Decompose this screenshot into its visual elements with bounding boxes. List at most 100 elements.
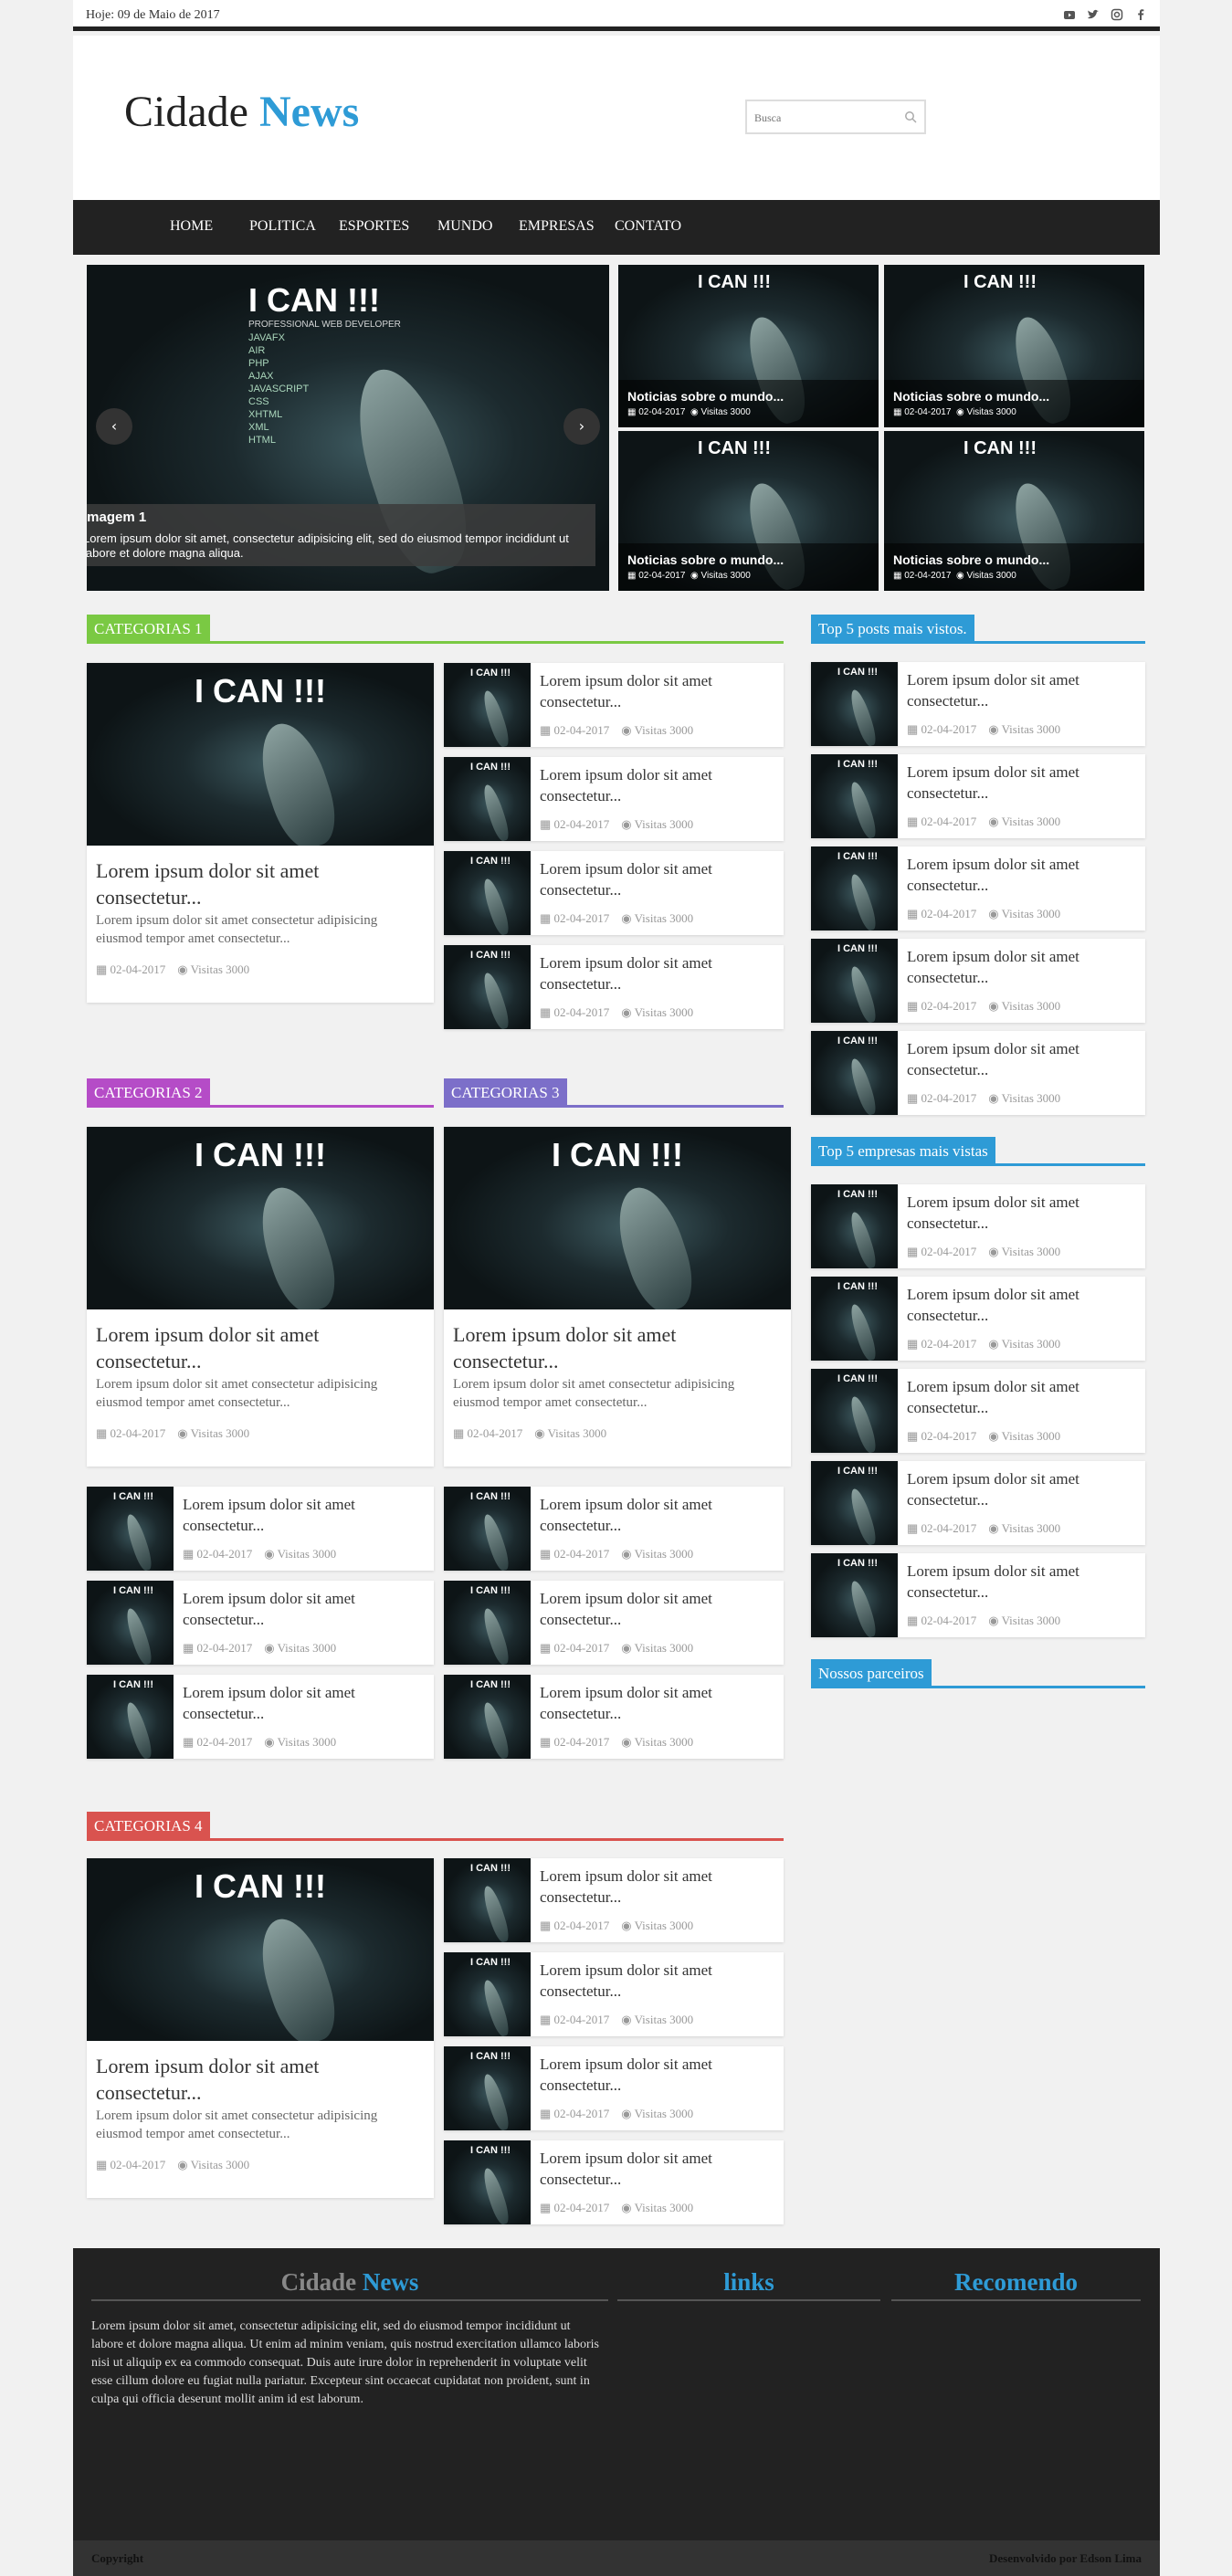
article-title[interactable]: Lorem ipsum dolor sit amet consectetur..… bbox=[183, 1588, 425, 1630]
article-list-item[interactable]: I CAN !!! Lorem ipsum dolor sit amet cons… bbox=[444, 1858, 784, 1942]
article-title[interactable]: Lorem ipsum dolor sit amet consectetur..… bbox=[907, 1038, 1136, 1080]
article-title[interactable]: Lorem ipsum dolor sit amet consectetur..… bbox=[540, 764, 774, 806]
twitter-icon[interactable] bbox=[1087, 8, 1100, 21]
article-list-item[interactable]: I CAN !!! Lorem ipsum dolor sit amet cons… bbox=[444, 1581, 784, 1665]
article-list-item[interactable]: I CAN !!! Lorem ipsum dolor sit amet cons… bbox=[444, 945, 784, 1029]
article-title[interactable]: Lorem ipsum dolor sit amet consectetur..… bbox=[183, 1494, 425, 1536]
article-title[interactable]: Lorem ipsum dolor sit amet consectetur..… bbox=[540, 1960, 774, 2002]
article-title[interactable]: Lorem ipsum dolor sit amet consectetur..… bbox=[907, 669, 1136, 711]
nav-politica[interactable]: POLITICA bbox=[249, 218, 316, 235]
category-label[interactable]: CATEGORIAS 3 bbox=[444, 1078, 567, 1105]
article-title[interactable]: Lorem ipsum dolor sit amet consectetur..… bbox=[907, 762, 1136, 804]
article-image[interactable]: I CAN !!! bbox=[444, 2140, 531, 2224]
category-label[interactable]: CATEGORIAS 1 bbox=[87, 615, 210, 641]
article-image[interactable]: I CAN !!! bbox=[811, 1553, 898, 1637]
article-list-item[interactable]: I CAN !!! Lorem ipsum dolor sit amet cons… bbox=[811, 1031, 1145, 1115]
article-list-item[interactable]: I CAN !!! Lorem ipsum dolor sit amet cons… bbox=[444, 757, 784, 841]
featured-article[interactable]: I CAN !!! Lorem ipsum dolor sit amet cons… bbox=[87, 1127, 434, 1467]
article-list-item[interactable]: I CAN !!! Lorem ipsum dolor sit amet cons… bbox=[87, 1581, 434, 1665]
nav-home[interactable]: HOME bbox=[170, 218, 213, 235]
article-image[interactable]: I CAN !!! bbox=[444, 663, 531, 747]
article-image[interactable]: I CAN !!! bbox=[87, 1581, 174, 1665]
article-list-item[interactable]: I CAN !!! Lorem ipsum dolor sit amet cons… bbox=[444, 851, 784, 935]
category-label[interactable]: CATEGORIAS 2 bbox=[87, 1078, 210, 1105]
article-list-item[interactable]: I CAN !!! Lorem ipsum dolor sit amet cons… bbox=[811, 1369, 1145, 1453]
search-icon[interactable] bbox=[904, 110, 917, 123]
nav-mundo[interactable]: MUNDO bbox=[437, 218, 492, 235]
article-image[interactable]: I CAN !!! bbox=[444, 1487, 531, 1571]
article-title[interactable]: Lorem ipsum dolor sit amet consectetur..… bbox=[907, 1468, 1136, 1510]
article-image[interactable]: I CAN !!! bbox=[444, 1858, 531, 1942]
article-title[interactable]: Lorem ipsum dolor sit amet consectetur..… bbox=[540, 1866, 774, 1908]
article-image[interactable]: I CAN !!! bbox=[811, 662, 898, 746]
article-image[interactable]: I CAN !!! bbox=[444, 1581, 531, 1665]
article-list-item[interactable]: I CAN !!! Lorem ipsum dolor sit amet cons… bbox=[811, 1553, 1145, 1637]
article-title[interactable]: Lorem ipsum dolor sit amet consectetur..… bbox=[540, 2148, 774, 2190]
article-title[interactable]: Lorem ipsum dolor sit amet consectetur..… bbox=[453, 1321, 782, 1374]
article-title[interactable]: Lorem ipsum dolor sit amet consectetur..… bbox=[540, 952, 774, 994]
article-image[interactable]: I CAN !!! bbox=[444, 757, 531, 841]
site-logo[interactable]: Cidade News bbox=[124, 87, 359, 137]
article-list-item[interactable]: I CAN !!! Lorem ipsum dolor sit amet cons… bbox=[444, 1952, 784, 2036]
article-title[interactable]: Lorem ipsum dolor sit amet consectetur..… bbox=[907, 946, 1136, 988]
featured-article[interactable]: I CAN !!! Lorem ipsum dolor sit amet cons… bbox=[444, 1127, 791, 1467]
article-list-item[interactable]: I CAN !!! Lorem ipsum dolor sit amet cons… bbox=[444, 2046, 784, 2130]
article-image[interactable]: I CAN !!! bbox=[87, 663, 434, 846]
article-title[interactable]: Lorem ipsum dolor sit amet consectetur..… bbox=[96, 2053, 425, 2106]
article-image[interactable]: I CAN !!! bbox=[87, 1127, 434, 1309]
article-list-item[interactable]: I CAN !!! Lorem ipsum dolor sit amet cons… bbox=[444, 2140, 784, 2224]
instagram-icon[interactable] bbox=[1111, 8, 1123, 21]
article-image[interactable]: I CAN !!! bbox=[444, 945, 531, 1029]
article-image[interactable]: I CAN !!! bbox=[87, 1858, 434, 2041]
article-image[interactable]: I CAN !!! bbox=[811, 1369, 898, 1453]
article-list-item[interactable]: I CAN !!! Lorem ipsum dolor sit amet cons… bbox=[444, 663, 784, 747]
article-list-item[interactable]: I CAN !!! Lorem ipsum dolor sit amet cons… bbox=[811, 662, 1145, 746]
article-title[interactable]: Lorem ipsum dolor sit amet consectetur..… bbox=[540, 1682, 774, 1724]
article-image[interactable]: I CAN !!! bbox=[811, 846, 898, 931]
article-image[interactable]: I CAN !!! bbox=[811, 1277, 898, 1361]
facebook-icon[interactable] bbox=[1134, 8, 1147, 21]
slider-next-button[interactable]: › bbox=[563, 408, 600, 445]
article-image[interactable]: I CAN !!! bbox=[444, 1952, 531, 2036]
article-list-item[interactable]: I CAN !!! Lorem ipsum dolor sit amet cons… bbox=[811, 1184, 1145, 1268]
article-title[interactable]: Lorem ipsum dolor sit amet consectetur..… bbox=[907, 1376, 1136, 1418]
article-title[interactable]: Lorem ipsum dolor sit amet consectetur..… bbox=[907, 1561, 1136, 1603]
article-list-item[interactable]: I CAN !!! Lorem ipsum dolor sit amet cons… bbox=[811, 1461, 1145, 1545]
article-list-item[interactable]: I CAN !!! Lorem ipsum dolor sit amet cons… bbox=[444, 1487, 784, 1571]
article-list-item[interactable]: I CAN !!! Lorem ipsum dolor sit amet cons… bbox=[811, 846, 1145, 931]
article-list-item[interactable]: I CAN !!! Lorem ipsum dolor sit amet cons… bbox=[811, 939, 1145, 1023]
slider-prev-button[interactable]: ‹ bbox=[96, 408, 132, 445]
featured-article[interactable]: I CAN !!! Lorem ipsum dolor sit amet cons… bbox=[87, 663, 434, 1003]
article-title[interactable]: Lorem ipsum dolor sit amet consectetur..… bbox=[96, 857, 425, 910]
article-image[interactable]: I CAN !!! bbox=[87, 1675, 174, 1759]
slider-main-image[interactable]: I CAN !!! PROFESSIONAL WEB DEVELOPER JAV… bbox=[87, 265, 609, 591]
article-title[interactable]: Lorem ipsum dolor sit amet consectetur..… bbox=[907, 1284, 1136, 1326]
article-title[interactable]: Lorem ipsum dolor sit amet consectetur..… bbox=[540, 1494, 774, 1536]
article-title[interactable]: Lorem ipsum dolor sit amet consectetur..… bbox=[540, 1588, 774, 1630]
slider-thumb[interactable]: I CAN !!! Noticias sobre o mundo... ▦ 02… bbox=[884, 265, 1144, 427]
article-title[interactable]: Lorem ipsum dolor sit amet consectetur..… bbox=[907, 1192, 1136, 1234]
article-title[interactable]: Lorem ipsum dolor sit amet consectetur..… bbox=[183, 1682, 425, 1724]
slider-thumb[interactable]: I CAN !!! Noticias sobre o mundo... ▦ 02… bbox=[618, 431, 879, 591]
article-image[interactable]: I CAN !!! bbox=[811, 754, 898, 838]
article-image[interactable]: I CAN !!! bbox=[811, 939, 898, 1023]
article-image[interactable]: I CAN !!! bbox=[444, 1127, 791, 1309]
article-title[interactable]: Lorem ipsum dolor sit amet consectetur..… bbox=[907, 854, 1136, 896]
featured-article[interactable]: I CAN !!! Lorem ipsum dolor sit amet cons… bbox=[87, 1858, 434, 2198]
article-title[interactable]: Lorem ipsum dolor sit amet consectetur..… bbox=[540, 2054, 774, 2096]
article-image[interactable]: I CAN !!! bbox=[811, 1031, 898, 1115]
article-image[interactable]: I CAN !!! bbox=[811, 1184, 898, 1268]
article-title[interactable]: Lorem ipsum dolor sit amet consectetur..… bbox=[96, 1321, 425, 1374]
youtube-icon[interactable] bbox=[1063, 8, 1076, 21]
article-image[interactable]: I CAN !!! bbox=[444, 1675, 531, 1759]
category-label[interactable]: CATEGORIAS 4 bbox=[87, 1812, 210, 1838]
article-title[interactable]: Lorem ipsum dolor sit amet consectetur..… bbox=[540, 858, 774, 900]
article-title[interactable]: Lorem ipsum dolor sit amet consectetur..… bbox=[540, 670, 774, 712]
article-list-item[interactable]: I CAN !!! Lorem ipsum dolor sit amet cons… bbox=[87, 1675, 434, 1759]
slider-thumb[interactable]: I CAN !!! Noticias sobre o mundo... ▦ 02… bbox=[618, 265, 879, 427]
article-list-item[interactable]: I CAN !!! Lorem ipsum dolor sit amet cons… bbox=[444, 1675, 784, 1759]
search-input[interactable] bbox=[754, 103, 891, 132]
nav-empresas[interactable]: EMPRESAS bbox=[519, 218, 595, 235]
article-image[interactable]: I CAN !!! bbox=[87, 1487, 174, 1571]
article-list-item[interactable]: I CAN !!! Lorem ipsum dolor sit amet cons… bbox=[811, 754, 1145, 838]
